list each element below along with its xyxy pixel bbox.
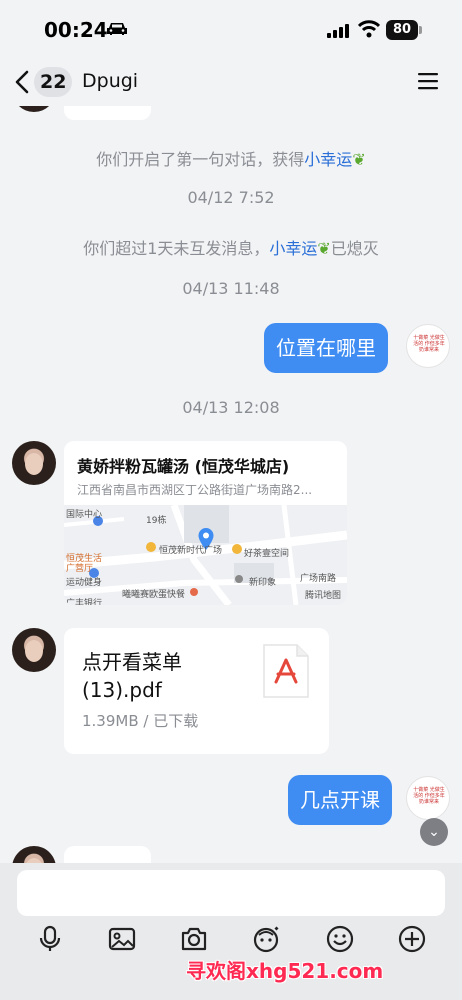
map-label: 运动健身	[66, 578, 103, 588]
lucky-highlight[interactable]: 小幸运	[304, 150, 352, 169]
lucky-highlight[interactable]: 小幸运	[269, 239, 317, 258]
battery-tip	[419, 26, 422, 34]
wifi-icon	[358, 20, 380, 38]
battery-level: 80	[386, 20, 418, 40]
unread-count-badge[interactable]: 22	[34, 67, 73, 97]
chevron-down-icon: ⌄	[428, 824, 440, 840]
map-label: 国际中心	[66, 510, 103, 520]
system-notice-first-conversation: 你们开启了第一句对话，获得小幸运❦	[0, 146, 462, 170]
map-label: 曦曦赛欧蛋快餐	[122, 590, 186, 600]
location-address: 江西省南昌市西湖区丁公路街道广场南路2...	[77, 483, 313, 497]
car-icon	[107, 23, 127, 35]
map-label: 19栋	[146, 516, 167, 526]
timestamp: 04/13 12:08	[182, 398, 280, 417]
image-gallery-icon[interactable]	[108, 925, 136, 953]
location-map-preview[interactable]: 国际中心 19栋 恒茂新时代广场 好茶壹空间 恒茂生活 广营厅 运动健身 新印象…	[64, 503, 347, 605]
map-label: 新印象	[249, 578, 277, 588]
file-name: 点开看菜单(13).pdf	[82, 650, 182, 702]
message-input[interactable]	[17, 870, 445, 916]
system-notice-text: 你们开启了第一句对话，获得	[96, 150, 305, 169]
camera-icon[interactable]	[180, 925, 208, 953]
chat-header: 22 Dpugi	[0, 56, 462, 106]
cellular-signal-icon	[327, 24, 349, 38]
back-chevron-icon[interactable]	[14, 70, 30, 94]
avatar-sticker-text: 十做菜 光做生活的 作但多年奶谁常来	[413, 787, 445, 805]
location-message-card[interactable]: 黄娇拌粉瓦罐汤 (恒茂华城店) 江西省南昌市西湖区丁公路街道广场南路2... 国…	[64, 441, 347, 605]
contact-avatar[interactable]	[12, 441, 56, 485]
status-bar: 00:24 80	[0, 0, 462, 56]
contact-avatar[interactable]	[12, 628, 56, 672]
outgoing-message-bubble[interactable]: 位置在哪里	[264, 323, 388, 373]
system-notice-suffix: 已熄灭	[330, 239, 379, 258]
emoji-icon[interactable]	[326, 925, 354, 953]
map-label: 广场南路	[300, 574, 337, 584]
system-notice-text: 你们超过1天未互发消息，	[83, 239, 270, 258]
battery-indicator: 80	[386, 20, 422, 40]
sprout-icon: ❦	[317, 239, 331, 258]
avatar-sticker-text: 十做菜 光做生活的 作但多年奶谁常来	[413, 335, 445, 353]
watermark-text: 寻欢阁xhg521.com	[186, 959, 384, 983]
contact-avatar[interactable]	[12, 106, 56, 112]
file-meta: 1.39MB / 已下载	[82, 712, 199, 730]
timestamp: 04/12 7:52	[187, 188, 275, 207]
system-notice-lucky-extinguished: 你们超过1天未互发消息，小幸运❦已熄灭	[0, 235, 462, 259]
map-label: 广丰银行	[66, 599, 103, 605]
contact-avatar[interactable]	[12, 846, 56, 863]
my-avatar[interactable]: 十做菜 光做生活的 作但多年奶谁常来	[406, 776, 450, 820]
incoming-message-bubble[interactable]	[64, 846, 151, 863]
pdf-file-icon	[263, 644, 309, 698]
map-label: 广营厅	[66, 564, 94, 574]
timestamp: 04/13 11:48	[182, 279, 280, 298]
incoming-message-bubble[interactable]	[64, 106, 151, 120]
map-label: 恒茂新时代广场	[159, 546, 223, 556]
map-label: 好茶壹空间	[244, 549, 290, 559]
menu-icon[interactable]	[418, 72, 438, 90]
map-attribution: 腾讯地图	[304, 591, 341, 601]
chat-title: Dpugi	[82, 70, 139, 92]
chat-message-list[interactable]: 你们开启了第一句对话，获得小幸运❦ 04/12 7:52 你们超过1天未互发消息…	[0, 106, 462, 863]
scroll-to-bottom-button[interactable]: ⌄	[420, 818, 448, 846]
microphone-icon[interactable]	[36, 925, 64, 953]
outgoing-message-bubble[interactable]: 几点开课	[288, 775, 392, 825]
status-time: 00:24	[44, 18, 108, 42]
my-avatar[interactable]: 十做菜 光做生活的 作但多年奶谁常来	[406, 324, 450, 368]
sprout-icon: ❦	[352, 150, 366, 169]
location-title: 黄娇拌粉瓦罐汤 (恒茂华城店)	[77, 457, 290, 476]
sticker-face-icon[interactable]	[252, 925, 280, 953]
add-more-icon[interactable]	[398, 925, 426, 953]
file-message-card[interactable]: 点开看菜单(13).pdf 1.39MB / 已下载	[64, 628, 329, 754]
